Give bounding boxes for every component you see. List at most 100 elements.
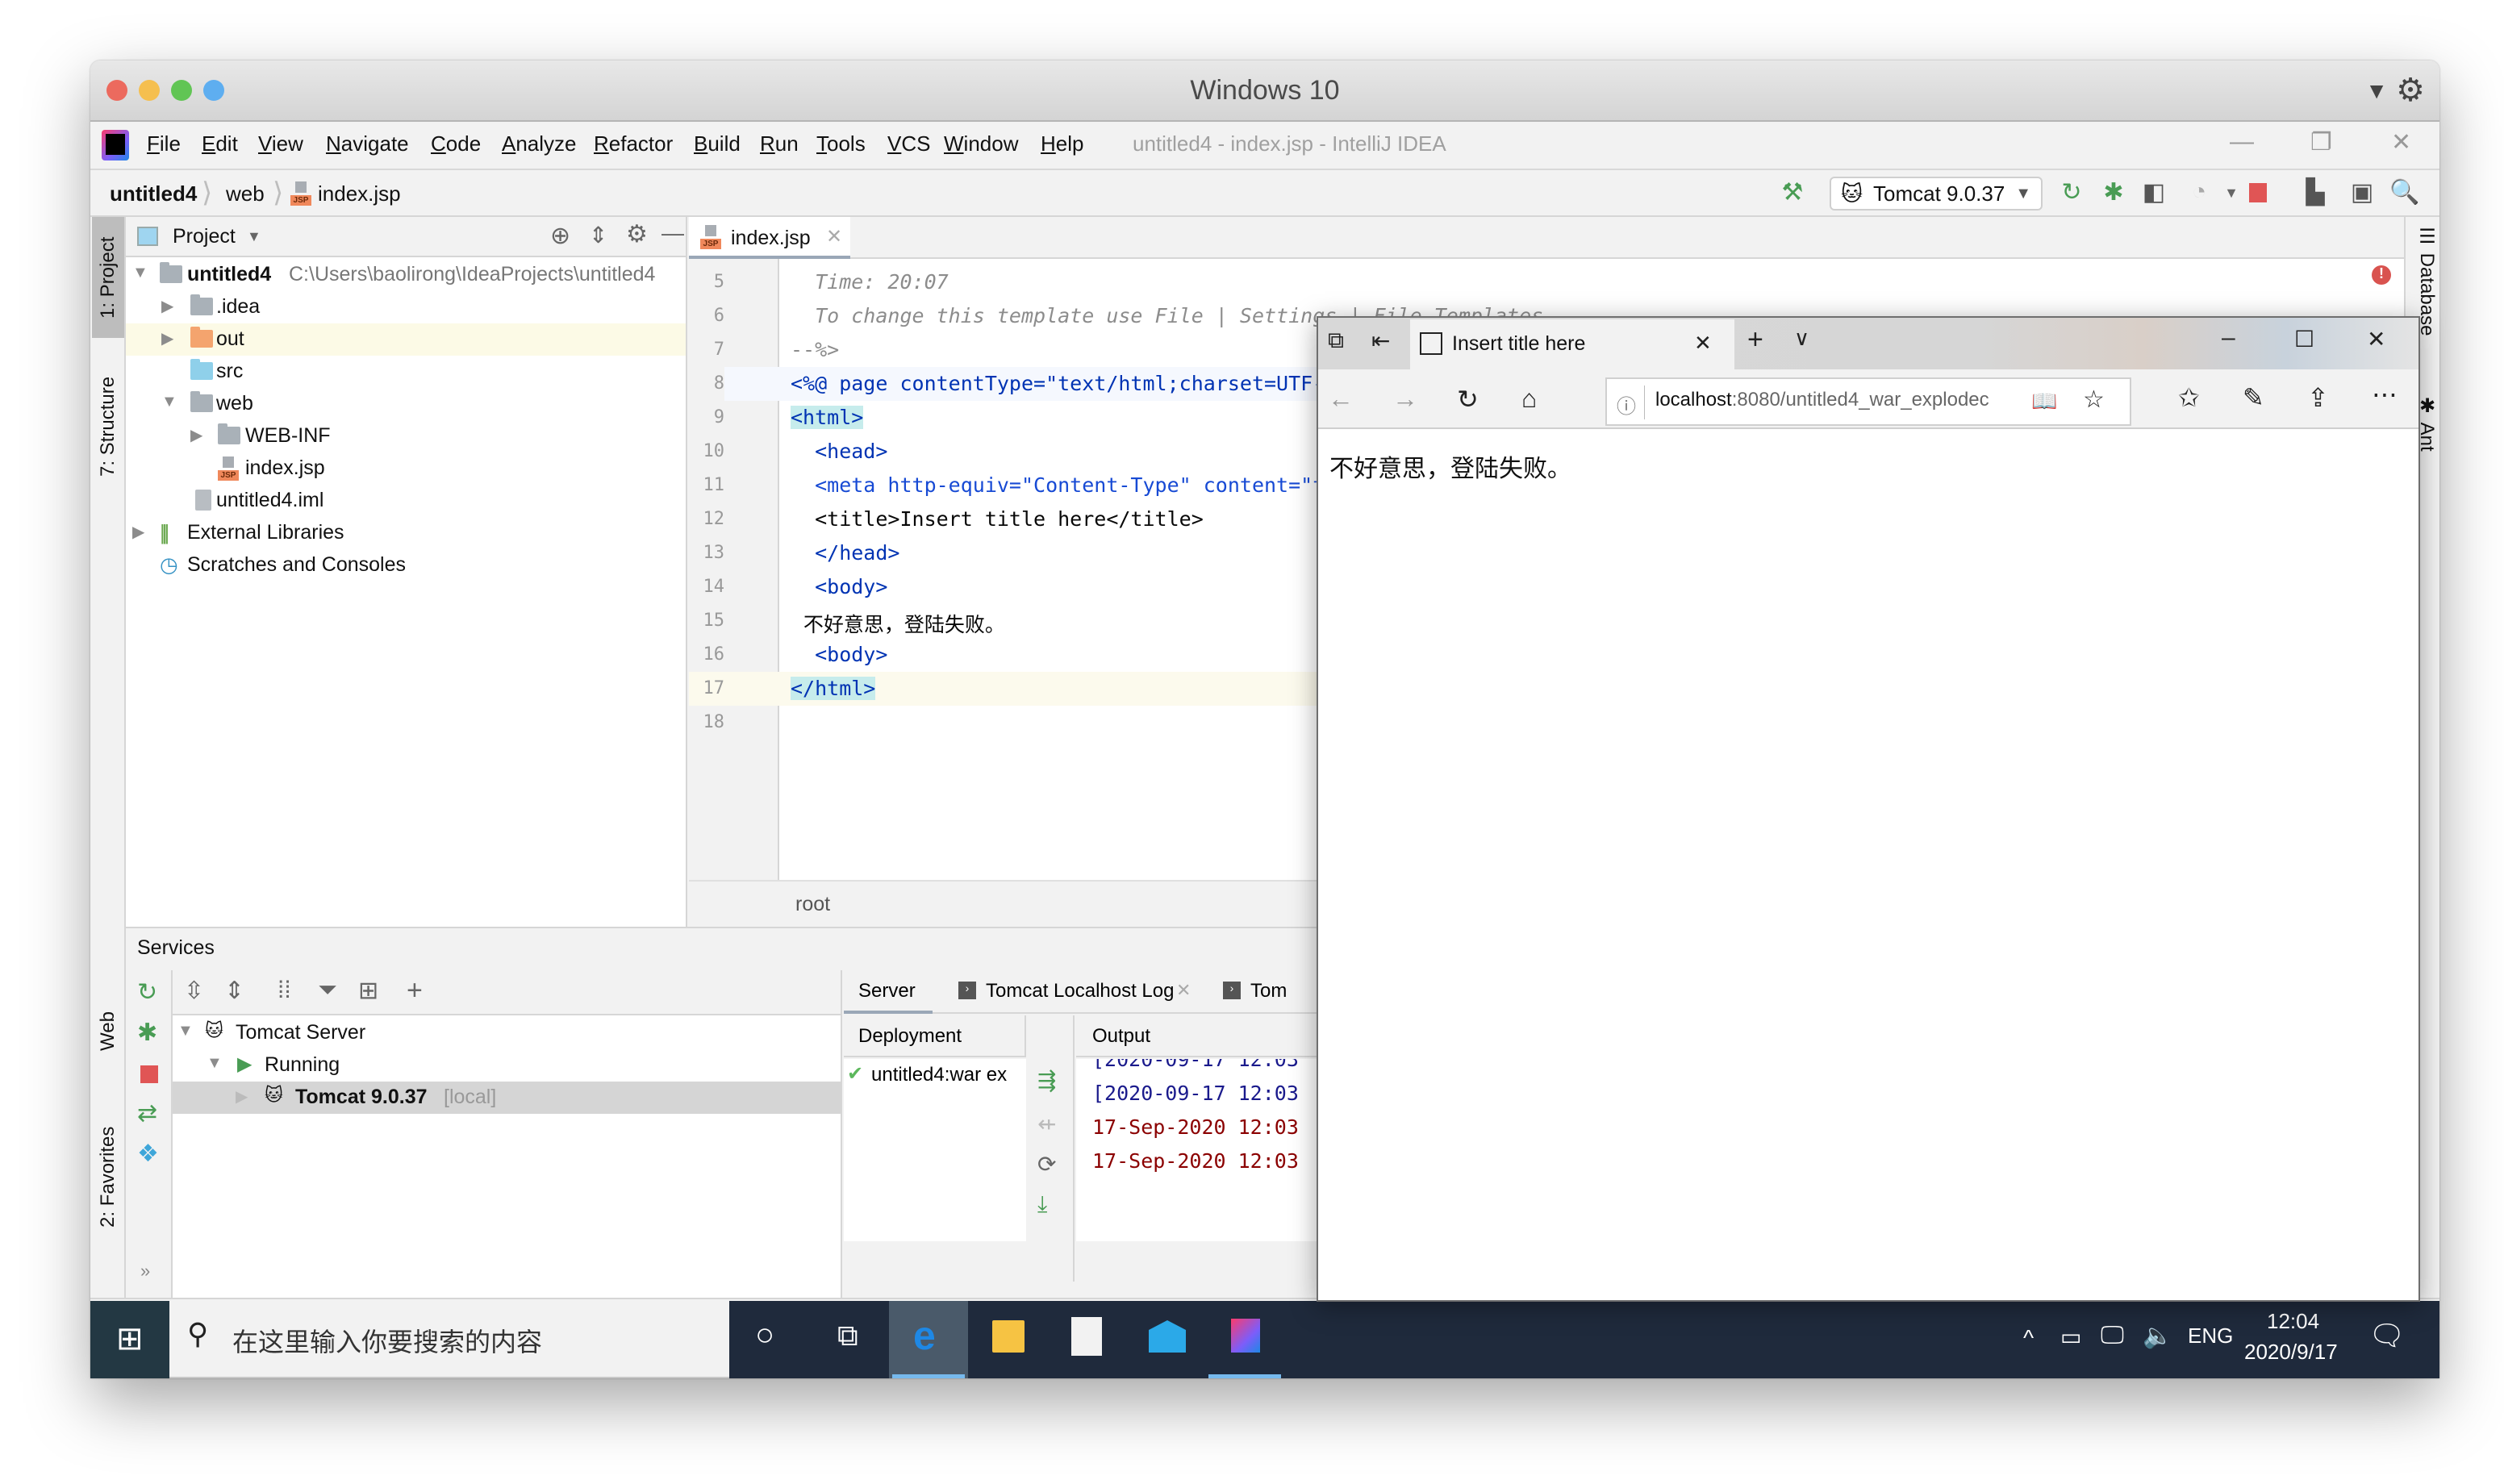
run-anything-icon[interactable]: ▣ — [2348, 178, 2377, 206]
menu-view[interactable]: View — [258, 131, 303, 156]
back-icon[interactable]: ← — [1328, 384, 1354, 414]
home-icon[interactable]: ⌂ — [1521, 384, 1537, 414]
tab-localhost-log[interactable]: Tomcat Localhost Log — [986, 980, 1174, 1003]
service-tomcat-instance[interactable]: ▶ 🐱 Tomcat 9.0.37 [local] — [173, 1082, 841, 1114]
input-language[interactable]: ENG — [2188, 1324, 2233, 1349]
run-configuration-select[interactable]: 🐱 Tomcat 9.0.37 ▼ — [1830, 177, 2043, 211]
tree-item-out[interactable]: ▶ out — [126, 323, 686, 356]
tab-preview-chevron-icon[interactable]: ∨ — [1794, 326, 1809, 351]
menu-file[interactable]: File — [147, 131, 181, 156]
address-bar[interactable]: ⓘ localhost:8080/untitled4_war_explodec … — [1605, 377, 2131, 426]
show-hidden-icons[interactable]: ^ — [2023, 1325, 2034, 1351]
collapse-all-icon[interactable]: ⇕ — [589, 222, 607, 248]
menu-analyze[interactable]: Analyze — [502, 131, 577, 156]
expand-arrow-icon[interactable]: ▶ — [161, 328, 173, 348]
minimize-icon[interactable]: — — [2230, 128, 2254, 156]
tree-item-external-libraries[interactable]: ▶ ||| External Libraries — [126, 517, 686, 549]
start-button[interactable]: ⊞ — [90, 1301, 169, 1378]
locate-file-icon[interactable]: ⊕ — [550, 222, 570, 250]
close-tab-icon[interactable]: ✕ — [826, 225, 842, 248]
battery-icon[interactable]: ▭ — [2060, 1324, 2081, 1350]
menu-window[interactable]: Window — [944, 131, 1018, 156]
project-structure-icon[interactable]: ▙ — [2301, 178, 2330, 206]
reading-view-icon[interactable]: 📖 — [2031, 389, 2057, 414]
maximize-icon[interactable]: ☐ — [2294, 326, 2314, 352]
network-icon[interactable]: 🖵 — [2101, 1322, 2124, 1349]
tabs-aside-restore-icon[interactable]: ⇤ — [1371, 327, 1390, 354]
tree-item-idea[interactable]: ▶ .idea — [126, 291, 686, 323]
rerun-icon[interactable]: ↻ — [137, 978, 157, 1007]
action-center-icon[interactable]: 🗨 — [2368, 1319, 2406, 1353]
favorites-hub-icon[interactable]: ✩ — [2178, 382, 2200, 413]
tool-tab-web[interactable]: Web — [92, 991, 124, 1072]
artifacts-icon[interactable]: ❖ — [137, 1140, 159, 1168]
expand-all-icon[interactable]: ⇳ — [184, 977, 204, 1005]
tree-item-scratches[interactable]: ◷ Scratches and Consoles — [126, 549, 686, 582]
error-indicator-icon[interactable]: ! — [2372, 265, 2391, 285]
run-with-coverage-icon[interactable]: ◧ — [2139, 178, 2168, 206]
new-tab-icon[interactable]: + — [1747, 324, 1763, 356]
refresh-icon[interactable]: ↻ — [1457, 384, 1479, 415]
search-icon[interactable]: 🔍 — [2389, 178, 2419, 206]
profile-icon[interactable]: ◔ — [2185, 178, 2214, 206]
taskbar-intellij[interactable] — [1205, 1301, 1284, 1378]
tree-item-web-inf[interactable]: ▶ WEB-INF — [126, 420, 686, 452]
editor-footer-crumb[interactable]: root — [795, 893, 830, 916]
scroll-to-end-icon[interactable]: ⤓ — [1037, 1191, 1047, 1218]
taskbar-mail[interactable] — [1126, 1301, 1205, 1378]
tool-tab-structure[interactable]: 7: Structure — [92, 354, 124, 499]
tree-item-web[interactable]: ▼ web — [126, 388, 686, 420]
clock-date[interactable]: 2020/9/17 — [2244, 1340, 2338, 1365]
close-tab-icon[interactable]: ✕ — [1176, 980, 1191, 1001]
tree-item-untitled4[interactable]: ▼ untitled4 C:\Users\baolirong\IdeaProje… — [126, 259, 686, 291]
menu-tools[interactable]: Tools — [816, 131, 866, 156]
tool-tab-project[interactable]: 1: Project — [92, 217, 124, 338]
tree-item-iml[interactable]: untitled4.iml — [126, 485, 686, 517]
gear-icon[interactable]: ⚙ — [626, 220, 648, 248]
expand-arrow-icon[interactable]: ▶ — [161, 296, 173, 316]
more-options-icon[interactable]: ⋯ — [2372, 379, 2398, 410]
service-running[interactable]: ▼ ▶ Running — [173, 1049, 841, 1082]
menu-vcs[interactable]: VCS — [887, 131, 930, 156]
web-note-icon[interactable]: ✎ — [2243, 382, 2264, 413]
new-tab-icon[interactable]: ⊞ — [358, 977, 378, 1005]
tree-item-src[interactable]: src — [126, 356, 686, 388]
tab-server[interactable]: Server — [844, 970, 933, 1014]
filter-icon[interactable]: ⏷ — [318, 977, 337, 1004]
menu-build[interactable]: Build — [694, 131, 741, 156]
service-tomcat-server[interactable]: ▼ 🐱 Tomcat Server — [173, 1017, 841, 1049]
expand-arrow-icon[interactable]: ▶ — [190, 425, 202, 445]
build-hammer-icon[interactable]: ⚒ — [1778, 178, 1807, 206]
volume-icon[interactable]: 🔈 — [2143, 1322, 2172, 1350]
chevron-down-icon[interactable]: ▼ — [247, 228, 261, 245]
gear-icon[interactable]: ⚙ — [2396, 72, 2425, 109]
expand-arrow-icon[interactable]: ▶ — [236, 1086, 248, 1107]
project-view-selector[interactable]: Project — [173, 225, 236, 248]
tool-tab-favorites[interactable]: 2: Favorites — [92, 1112, 124, 1241]
breadcrumb-file[interactable]: index.jsp — [318, 181, 401, 206]
deploy-icon[interactable]: ⇄ — [137, 1099, 157, 1128]
menu-help[interactable]: Help — [1041, 131, 1083, 156]
rerun-icon[interactable]: ↻ — [2057, 178, 2086, 206]
taskbar-search[interactable]: ⚲ 在这里输入你要搜索的内容 — [169, 1301, 729, 1378]
tree-item-index-jsp[interactable]: index.jsp — [126, 452, 686, 485]
undeploy-icon[interactable]: ⇷ — [1037, 1111, 1056, 1137]
expand-arrow-icon[interactable]: ▼ — [132, 264, 148, 282]
stop-icon[interactable] — [140, 1065, 158, 1083]
menu-code[interactable]: Code — [431, 131, 481, 156]
set-tabs-aside-icon[interactable]: ⧉ — [1328, 327, 1344, 354]
hide-panel-icon[interactable]: — — [661, 220, 684, 246]
share-icon[interactable]: ⇪ — [2307, 382, 2329, 413]
breadcrumb-web[interactable]: web — [226, 181, 265, 206]
deployment-item[interactable]: ✔ untitled4:war ex — [844, 1059, 1026, 1091]
debug-bug-icon[interactable]: ✱ — [2099, 178, 2128, 206]
taskbar-edge[interactable]: e — [889, 1301, 968, 1378]
taskbar-file-explorer[interactable] — [968, 1301, 1047, 1378]
menu-refactor[interactable]: Refactor — [594, 131, 673, 156]
cortana-button[interactable]: ○ — [731, 1301, 810, 1378]
minimize-icon[interactable]: – — [2222, 324, 2235, 352]
collapse-all-icon[interactable]: ⇕ — [224, 977, 244, 1005]
menu-edit[interactable]: Edit — [202, 131, 238, 156]
debug-icon[interactable]: ✱ — [137, 1019, 157, 1047]
browser-tab[interactable]: Insert title here ✕ — [1410, 319, 1734, 369]
